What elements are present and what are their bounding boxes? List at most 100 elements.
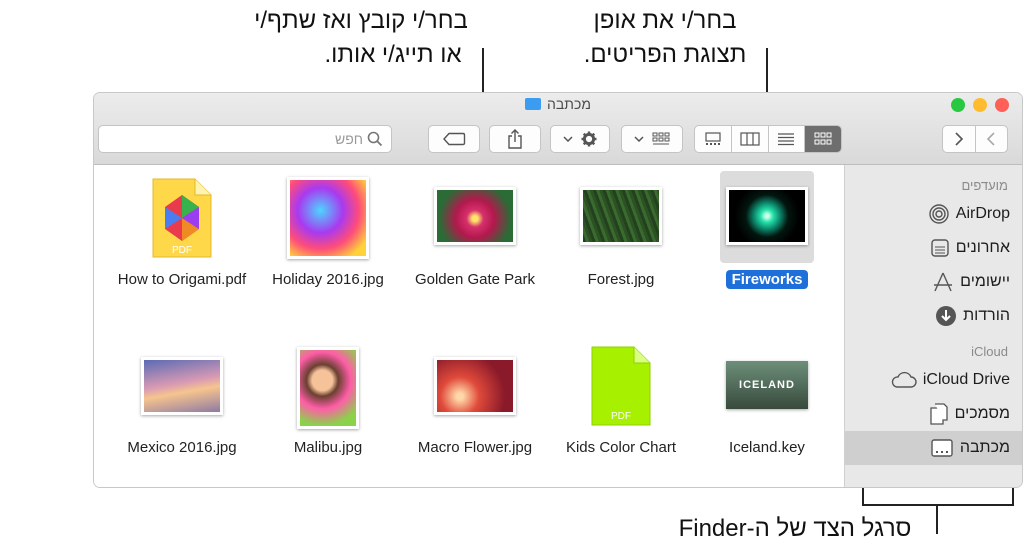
sidebar-item-desktop[interactable]: מכתבה bbox=[845, 431, 1022, 465]
file-item[interactable]: Golden Gate Park bbox=[400, 165, 550, 315]
file-item[interactable]: PDF Kids Color Chart bbox=[546, 335, 696, 485]
window-title: מכתבה bbox=[94, 96, 1022, 112]
desktop-icon bbox=[931, 439, 953, 457]
gear-icon bbox=[581, 131, 597, 147]
callout-sidebar: סרגל הצד של ה-Finder bbox=[678, 515, 912, 542]
toolbar: מכתבה חפש bbox=[94, 93, 1022, 165]
image-thumbnail bbox=[580, 187, 662, 245]
file-name: Iceland.key bbox=[729, 439, 805, 456]
sidebar-item-label: אחרונים bbox=[955, 239, 1010, 256]
file-name: Mexico 2016.jpg bbox=[127, 439, 237, 456]
action-menu-button[interactable] bbox=[550, 125, 610, 153]
file-item[interactable]: Malibu.jpg bbox=[253, 335, 403, 485]
file-name: Golden Gate Park bbox=[414, 271, 536, 288]
keynote-thumbnail: ICELAND bbox=[726, 361, 808, 409]
file-name-selected: Fireworks bbox=[725, 270, 809, 289]
icon-view-button[interactable] bbox=[805, 126, 841, 152]
file-name: Holiday 2016.jpg bbox=[272, 271, 384, 288]
image-thumbnail bbox=[141, 357, 223, 415]
columns-icon bbox=[740, 132, 760, 146]
image-thumbnail bbox=[297, 347, 359, 429]
callout-share-line2: או תייג/י אותו. bbox=[324, 41, 462, 68]
window-title-text: מכתבה bbox=[547, 96, 591, 112]
callout-bracket bbox=[862, 486, 864, 506]
chevron-left-icon bbox=[987, 132, 995, 146]
search-input[interactable]: חפש bbox=[98, 125, 392, 153]
gallery-icon bbox=[705, 132, 721, 145]
sidebar-header-favorites: מועדפים bbox=[961, 178, 1008, 193]
tag-icon bbox=[443, 132, 466, 146]
sidebar-item-airdrop[interactable]: AirDrop bbox=[845, 197, 1022, 231]
recents-icon bbox=[931, 239, 949, 257]
airdrop-icon bbox=[929, 204, 949, 224]
sidebar-item-label: iCloud Drive bbox=[922, 371, 1010, 388]
sidebar-item-label: מסמכים bbox=[954, 405, 1010, 422]
file-name: Kids Color Chart bbox=[565, 439, 677, 456]
share-icon bbox=[508, 129, 522, 149]
sidebar-item-recents[interactable]: אחרונים bbox=[845, 231, 1022, 265]
file-browser: PDF How to Origami.pdf Holiday 2016.jpg … bbox=[94, 165, 846, 487]
pdf-badge: PDF bbox=[172, 245, 192, 256]
sidebar-item-applications[interactable]: יישומים bbox=[845, 265, 1022, 299]
pdf-badge: PDF bbox=[611, 411, 631, 422]
image-thumbnail bbox=[434, 187, 516, 245]
sidebar-item-label: AirDrop bbox=[955, 205, 1010, 222]
file-name: How to Origami.pdf bbox=[117, 271, 247, 288]
group-menu-button[interactable] bbox=[621, 125, 683, 153]
callout-line bbox=[936, 504, 938, 534]
folder-icon bbox=[525, 98, 542, 110]
search-placeholder: חפש bbox=[335, 131, 363, 147]
list-icon bbox=[778, 133, 795, 146]
chevron-down-icon bbox=[563, 136, 573, 142]
file-item[interactable]: Mexico 2016.jpg bbox=[107, 335, 257, 485]
file-name: Fireworks bbox=[692, 269, 842, 291]
share-button[interactable] bbox=[489, 125, 541, 153]
back-button[interactable] bbox=[976, 126, 1008, 152]
keynote-title: ICELAND bbox=[739, 379, 795, 391]
group-icon bbox=[652, 132, 670, 145]
search-icon bbox=[367, 131, 383, 147]
file-item[interactable]: Forest.jpg bbox=[546, 165, 696, 315]
pdf-file-icon: PDF bbox=[152, 178, 212, 258]
file-item[interactable]: Holiday 2016.jpg bbox=[253, 165, 403, 315]
icon-grid-icon bbox=[814, 132, 832, 145]
sidebar-item-label: יישומים bbox=[960, 273, 1010, 290]
chevron-down-icon bbox=[634, 136, 644, 142]
sidebar-item-icloud-drive[interactable]: iCloud Drive bbox=[845, 363, 1022, 397]
image-thumbnail bbox=[287, 177, 369, 259]
chevron-right-icon bbox=[955, 132, 963, 146]
navigation-buttons bbox=[942, 125, 1008, 153]
sidebar-item-downloads[interactable]: הורדות bbox=[845, 299, 1022, 333]
sidebar-item-label: מכתבה bbox=[959, 439, 1010, 456]
callout-view-line1: בחר/י את אופן bbox=[593, 7, 737, 34]
image-thumbnail bbox=[726, 187, 808, 245]
cloud-icon bbox=[891, 371, 917, 388]
file-item-selected[interactable]: Fireworks bbox=[692, 165, 842, 315]
image-thumbnail bbox=[434, 357, 516, 415]
forward-button[interactable] bbox=[943, 126, 976, 152]
sidebar: מועדפים AirDrop אחרונים יישומים הורדות i… bbox=[844, 165, 1022, 487]
sidebar-header-icloud: iCloud bbox=[971, 344, 1008, 359]
list-view-button[interactable] bbox=[769, 126, 806, 152]
downloads-icon bbox=[936, 306, 957, 326]
callout-view-line2: תצוגת הפריטים. bbox=[583, 41, 747, 68]
callout-share-line1: בחר/י קובץ ואז שתף/י bbox=[254, 7, 468, 34]
callout-bracket bbox=[862, 504, 1014, 506]
file-name: Macro Flower.jpg bbox=[417, 439, 533, 456]
finder-window: מכתבה חפש PDF How to Origami.pdf Holiday… bbox=[93, 92, 1023, 488]
pdf-file-icon: PDF bbox=[591, 346, 651, 426]
callout-bracket bbox=[1012, 486, 1014, 506]
file-item[interactable]: Macro Flower.jpg bbox=[400, 335, 550, 485]
file-name: Forest.jpg bbox=[587, 271, 655, 288]
columns-view-button[interactable] bbox=[732, 126, 769, 152]
file-item[interactable]: ICELAND Iceland.key bbox=[692, 335, 842, 485]
tag-button[interactable] bbox=[428, 125, 480, 153]
file-name: Malibu.jpg bbox=[293, 439, 363, 456]
gallery-view-button[interactable] bbox=[695, 126, 732, 152]
sidebar-item-documents[interactable]: מסמכים bbox=[845, 397, 1022, 431]
file-item[interactable]: PDF How to Origami.pdf bbox=[107, 165, 257, 315]
view-switcher[interactable] bbox=[694, 125, 842, 153]
sidebar-item-label: הורדות bbox=[963, 307, 1010, 324]
applications-icon bbox=[934, 272, 953, 292]
documents-icon bbox=[929, 403, 948, 425]
